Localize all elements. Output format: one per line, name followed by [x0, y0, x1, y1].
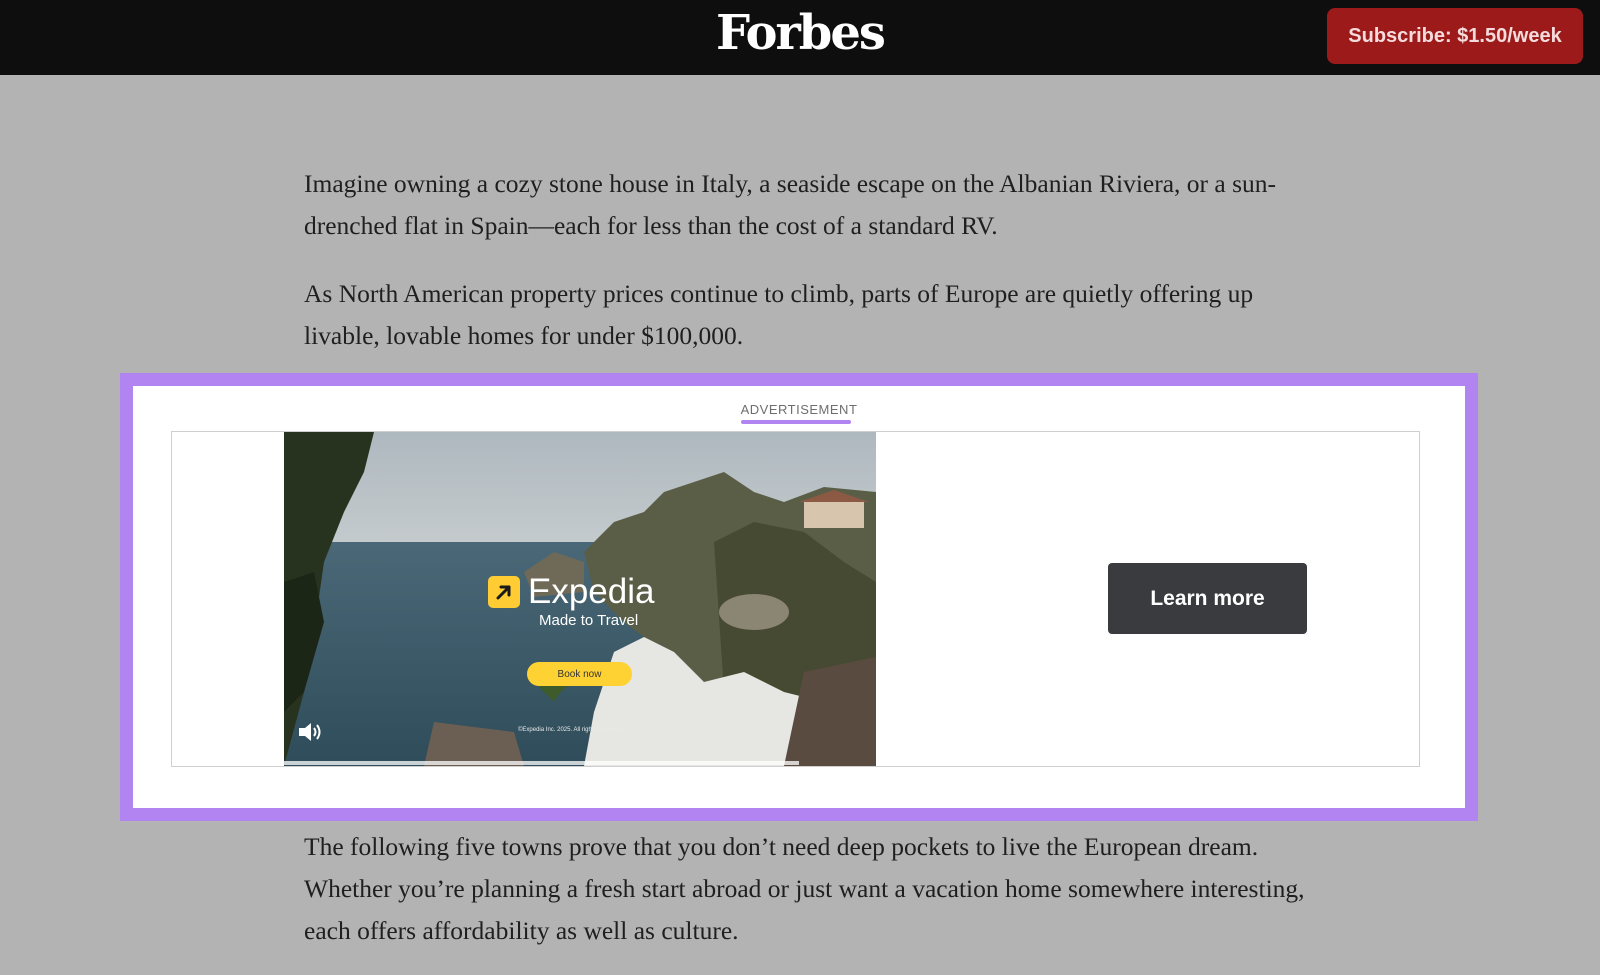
expedia-name: Expedia	[528, 572, 655, 611]
top-bar: Forbes Subscribe: $1.50/week	[0, 0, 1600, 75]
ad-copyright: ©Expedia Inc. 2025. All rights reserved.	[518, 727, 624, 733]
ad-frame: Expedia Made to Travel Book now ©Expedia…	[171, 431, 1420, 767]
article-paragraph-3: The following five towns prove that you …	[304, 832, 1305, 945]
learn-more-button[interactable]: Learn more	[1108, 563, 1307, 634]
ad-label-underline	[741, 420, 851, 424]
ad-highlight-frame: ADVERTISEMENT Expedia Made to Travel Boo…	[120, 373, 1478, 821]
article-paragraph-1: Imagine owning a cozy stone house in Ita…	[304, 169, 1277, 240]
expedia-logo-icon	[488, 576, 520, 608]
book-now-button[interactable]: Book now	[527, 662, 632, 686]
ad-video[interactable]: Expedia Made to Travel Book now ©Expedia…	[284, 432, 876, 766]
speaker-icon[interactable]	[296, 720, 324, 744]
expedia-tagline: Made to Travel	[539, 612, 639, 629]
subscribe-button[interactable]: Subscribe: $1.50/week	[1327, 8, 1583, 64]
advertisement-container: ADVERTISEMENT Expedia Made to Travel Boo…	[133, 386, 1465, 808]
expedia-brand: Expedia	[488, 572, 654, 612]
ad-label: ADVERTISEMENT	[740, 402, 858, 417]
article-paragraph-2: As North American property prices contin…	[304, 279, 1254, 350]
video-progress-bar[interactable]	[284, 761, 800, 765]
